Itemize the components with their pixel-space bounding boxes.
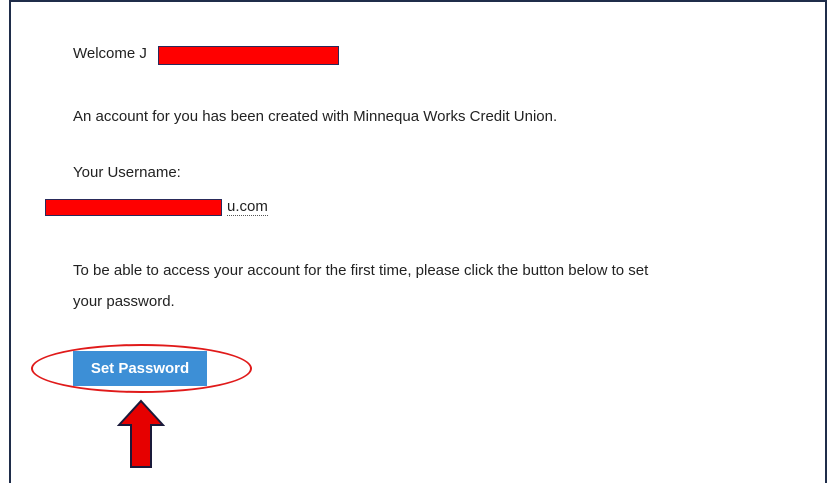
- redacted-username: [45, 199, 222, 216]
- frame-border-left: [9, 0, 11, 483]
- set-password-button[interactable]: Set Password: [73, 351, 207, 386]
- email-frame: Welcome J An account for you has been cr…: [0, 0, 827, 483]
- frame-border-top: [9, 0, 827, 2]
- instruction-line-2: your password.: [73, 293, 175, 310]
- redacted-name: [158, 46, 339, 65]
- welcome-text: Welcome J: [73, 45, 147, 62]
- arrow-up-icon: [117, 399, 165, 468]
- username-suffix: u.com: [227, 198, 268, 216]
- username-label: Your Username:: [73, 164, 181, 181]
- intro-text: An account for you has been created with…: [73, 108, 558, 125]
- instruction-line-1: To be able to access your account for th…: [73, 262, 649, 279]
